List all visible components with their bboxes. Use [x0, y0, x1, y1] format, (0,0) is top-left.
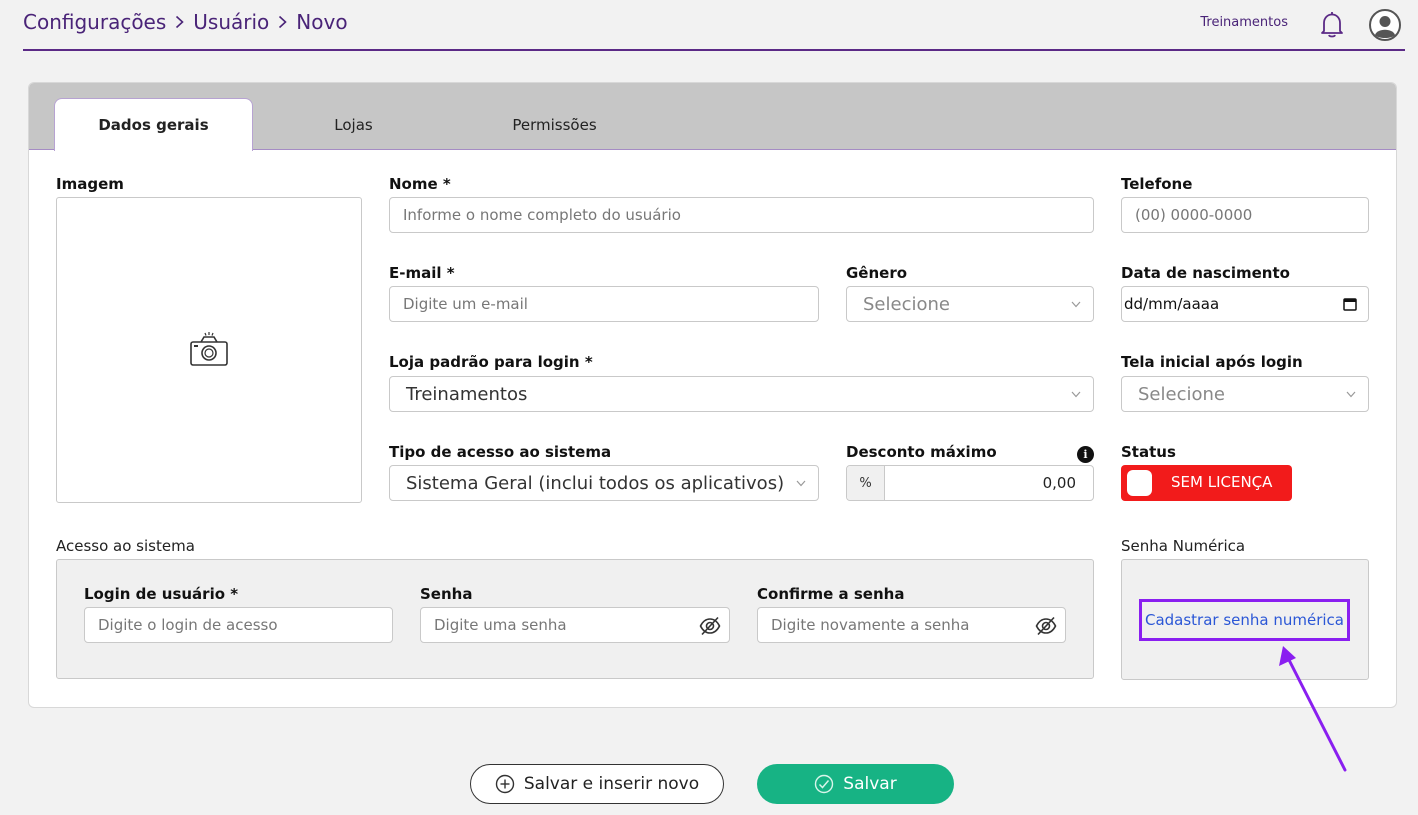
toggle-knob [1127, 470, 1152, 496]
eye-off-icon[interactable] [1035, 615, 1057, 637]
access-type-value: Sistema Geral (inclui todos os aplicativ… [406, 472, 785, 494]
bell-icon[interactable] [1319, 11, 1345, 39]
user-form-card: Dados gerais Lojas Permissões Imagem Nom… [28, 82, 1397, 708]
max-discount-label: Desconto máximo [846, 443, 997, 461]
breadcrumb: Configurações Usuário Novo [23, 10, 348, 34]
login-label: Login de usuário * [84, 585, 239, 603]
email-field[interactable]: Digite um e-mail [389, 286, 819, 322]
default-store-label: Loja padrão para login * [389, 353, 593, 371]
phone-field[interactable]: (00) 0000-0000 [1121, 197, 1369, 233]
password-placeholder: Digite uma senha [434, 616, 567, 634]
tab-bar: Dados gerais Lojas Permissões [29, 83, 1396, 151]
image-upload[interactable] [56, 197, 362, 503]
check-circle-icon [815, 774, 834, 794]
password-field[interactable]: Digite uma senha [420, 607, 730, 643]
chevron-right-icon [175, 15, 184, 29]
access-section-label: Acesso ao sistema [56, 537, 195, 555]
access-panel: Login de usuário * Digite o login de ace… [56, 559, 1094, 679]
password-label: Senha [420, 585, 473, 603]
status-toggle[interactable]: SEM LICENÇA [1121, 465, 1292, 501]
access-type-label: Tipo de acesso ao sistema [389, 443, 612, 461]
chevron-down-icon [1346, 391, 1356, 398]
status-label: Status [1121, 443, 1176, 461]
save-and-new-label: Salvar e inserir novo [523, 774, 700, 794]
percent-addon: % [847, 466, 885, 500]
tab-dados-gerais[interactable]: Dados gerais [54, 98, 253, 151]
birthdate-label: Data de nascimento [1121, 264, 1290, 282]
default-store-select[interactable]: Treinamentos [389, 376, 1094, 412]
email-label: E-mail * [389, 264, 455, 282]
chevron-down-icon [796, 480, 806, 487]
breadcrumb-item-novo: Novo [296, 10, 348, 34]
home-screen-select[interactable]: Selecione [1121, 376, 1369, 412]
max-discount-value: 0,00 [1042, 474, 1076, 492]
home-screen-value: Selecione [1138, 383, 1225, 405]
confirm-password-field[interactable]: Digite novamente a senha [757, 607, 1066, 643]
info-icon[interactable]: i [1077, 446, 1094, 463]
confirm-password-label: Confirme a senha [757, 585, 905, 603]
tab-permissoes[interactable]: Permissões [455, 98, 654, 151]
birthdate-field[interactable]: dd/mm/aaaa [1121, 286, 1369, 322]
annotation-arrow [1279, 646, 1347, 772]
plus-circle-icon [495, 774, 515, 794]
store-selector[interactable]: Treinamentos [1200, 15, 1288, 30]
save-button[interactable]: Salvar [757, 764, 954, 804]
max-discount-field[interactable]: % 0,00 [846, 465, 1094, 501]
login-field[interactable]: Digite o login de acesso [84, 607, 393, 643]
chevron-down-icon [1071, 301, 1081, 308]
gender-select[interactable]: Selecione [846, 286, 1094, 322]
chevron-right-icon [278, 15, 287, 29]
save-and-new-button[interactable]: Salvar e inserir novo [470, 764, 724, 804]
chevron-down-icon [1071, 391, 1081, 398]
phone-label: Telefone [1121, 175, 1193, 193]
calendar-icon[interactable] [1343, 297, 1357, 315]
confirm-password-placeholder: Digite novamente a senha [771, 616, 970, 634]
user-avatar-icon[interactable] [1369, 9, 1401, 41]
breadcrumb-item-configuracoes[interactable]: Configurações [23, 10, 166, 34]
birthdate-value: dd/mm/aaaa [1124, 295, 1220, 313]
default-store-value: Treinamentos [406, 383, 528, 405]
tab-lojas[interactable]: Lojas [254, 98, 453, 151]
camera-icon [189, 332, 229, 368]
eye-off-icon[interactable] [699, 615, 721, 637]
top-bar: Configurações Usuário Novo Treinamentos [23, 0, 1405, 51]
gender-label: Gênero [846, 264, 908, 282]
breadcrumb-item-usuario[interactable]: Usuário [193, 10, 269, 34]
image-label: Imagem [56, 175, 124, 193]
home-screen-label: Tela inicial após login [1121, 353, 1303, 371]
save-label: Salvar [843, 774, 897, 794]
name-label: Nome * [389, 175, 451, 193]
gender-value: Selecione [863, 293, 950, 315]
status-value: SEM LICENÇA [1171, 473, 1273, 491]
register-numeric-password-link[interactable]: Cadastrar senha numérica [1139, 599, 1350, 641]
numeric-password-label: Senha Numérica [1121, 537, 1246, 555]
access-type-select[interactable]: Sistema Geral (inclui todos os aplicativ… [389, 465, 819, 501]
name-field[interactable]: Informe o nome completo do usuário [389, 197, 1094, 233]
